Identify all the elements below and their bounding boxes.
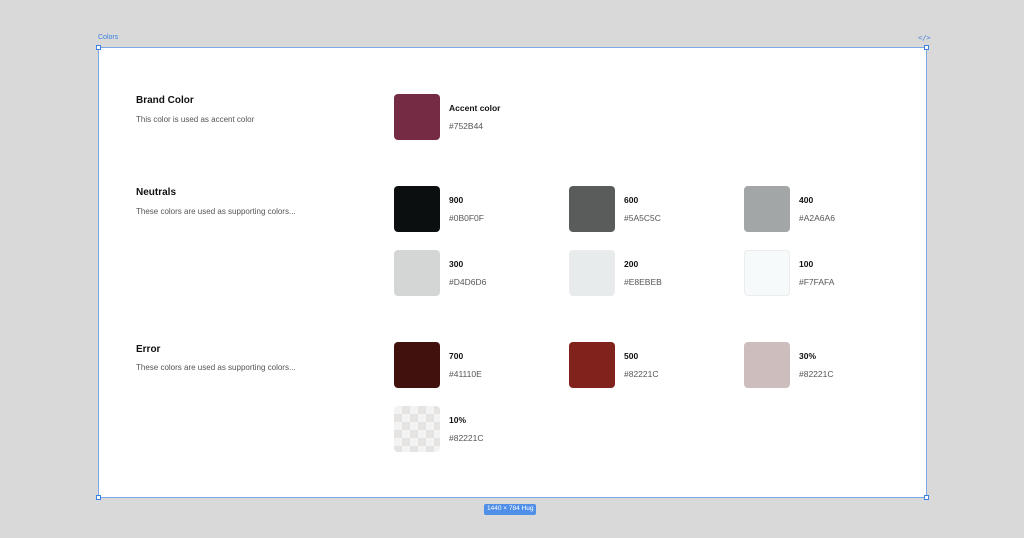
swatch-name: 600 — [624, 195, 639, 205]
swatch-hex: #82221C — [449, 433, 484, 443]
error-title: Error — [136, 344, 161, 355]
color-chip — [394, 406, 440, 452]
frame-label[interactable]: Colors — [98, 34, 118, 41]
swatch-hex: #F7FAFA — [799, 277, 835, 287]
color-chip — [744, 250, 790, 296]
neutrals-description: These colors are used as supporting colo… — [136, 207, 296, 216]
color-chip — [569, 186, 615, 232]
swatch-name: 900 — [449, 195, 464, 205]
resize-handle-top-right[interactable] — [924, 45, 929, 50]
color-chip — [394, 186, 440, 232]
swatch-name: 200 — [624, 259, 639, 269]
error-description: These colors are used as supporting colo… — [136, 363, 296, 372]
color-chip — [569, 250, 615, 296]
color-chip — [744, 186, 790, 232]
neutrals-title: Neutrals — [136, 187, 177, 198]
color-chip — [569, 342, 615, 388]
swatch-hex: #A2A6A6 — [799, 213, 835, 223]
swatch-hex: #82221C — [799, 369, 834, 379]
color-chip — [744, 342, 790, 388]
resize-handle-bottom-right[interactable] — [924, 495, 929, 500]
swatch-hex: #82221C — [624, 369, 659, 379]
color-chip — [394, 342, 440, 388]
color-chip — [394, 250, 440, 296]
swatch-hex: #752B44 — [449, 121, 484, 131]
color-chip — [394, 94, 440, 140]
swatch-hex: #D4D6D6 — [449, 277, 487, 287]
resize-handle-top-left[interactable] — [96, 45, 101, 50]
swatch-hex: #0B0F0F — [449, 213, 484, 223]
swatch-hex: #E8EBEB — [624, 277, 662, 287]
brand-title: Brand Color — [136, 95, 194, 106]
code-icon[interactable]: </> — [918, 34, 931, 42]
brand-description: This color is used as accent color — [136, 115, 255, 124]
colors-frame[interactable]: Brand Color This color is used as accent… — [98, 47, 927, 498]
swatch-name: 100 — [799, 259, 814, 269]
swatch-name: 400 — [799, 195, 814, 205]
swatch-name: 700 — [449, 351, 464, 361]
resize-handle-bottom-left[interactable] — [96, 495, 101, 500]
swatch-name: Accent color — [449, 103, 501, 113]
swatch-name: 300 — [449, 259, 464, 269]
size-badge: 1440 × 784 Hug — [484, 504, 537, 515]
swatch-name: 30% — [799, 351, 817, 361]
swatch-name: 10% — [449, 415, 467, 425]
swatch-hex: #5A5C5C — [624, 213, 661, 223]
swatch-hex: #41110E — [449, 369, 482, 379]
swatch-name: 500 — [624, 351, 639, 361]
